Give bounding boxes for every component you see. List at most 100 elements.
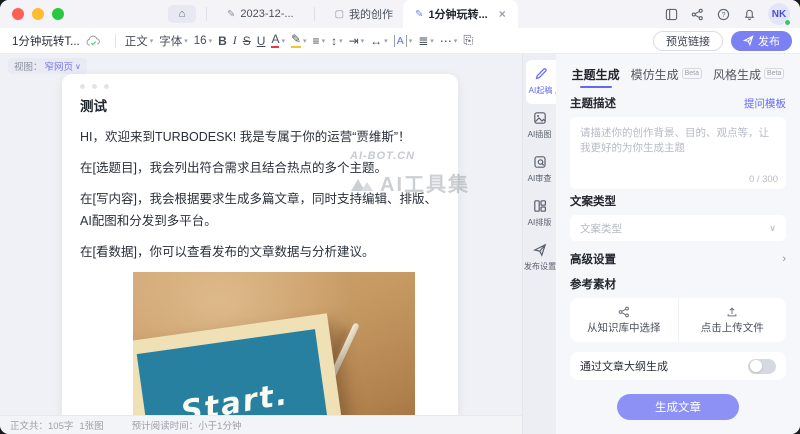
advanced-settings-row[interactable]: 高级设置 › — [570, 251, 786, 267]
doc-paragraph[interactable]: 在[选题目]，我会列出符合需求且结合热点的多个主题。 — [80, 158, 440, 180]
chevron-down-icon: ▾ — [209, 37, 213, 45]
align-button[interactable]: ≡ ▾ — [310, 32, 329, 50]
more-formats-button[interactable]: ⋯ ▾ — [437, 32, 461, 50]
app-window: ⌂ ✎ 2023-12-... ▢ 我的创作 ✎ 1分钟玩转... × ? — [0, 0, 800, 434]
share-icon[interactable] — [690, 7, 705, 22]
ai-tools-rail: AI起稿 AI插图 AI审查 AI排版 发布设置 ‹ — [522, 54, 556, 434]
paragraph-style-value: 正文 — [125, 33, 148, 49]
font-family-value: 字体 — [159, 33, 182, 49]
list-icon: ≣ — [418, 34, 428, 48]
strikethrough-icon: S — [243, 34, 251, 48]
upload-file-button[interactable]: 点击上传文件 — [679, 298, 787, 342]
paper-plane-icon — [533, 243, 547, 257]
format-painter-button[interactable]: ⎘ — [460, 31, 476, 50]
paragraph-style-select[interactable]: 正文 ▾ — [122, 31, 157, 51]
tab-my-creations[interactable]: ▢ 我的创作 — [325, 0, 403, 28]
pencil-icon: ✎ — [415, 9, 423, 20]
highlight-color-button[interactable]: ✎ ▾ — [288, 31, 310, 50]
minimize-window-button[interactable] — [32, 8, 44, 20]
image-start-text: Start. — [178, 377, 291, 415]
publish-label: 发布 — [758, 33, 780, 49]
knowledge-base-icon — [618, 306, 630, 318]
beta-badge: Beta — [682, 68, 702, 79]
divider — [314, 7, 315, 21]
chevron-down-icon: ▾ — [339, 37, 343, 45]
outline-toggle[interactable] — [748, 359, 776, 374]
close-tab-icon[interactable]: × — [499, 7, 506, 21]
rail-item-ai-image[interactable]: AI插图 — [523, 104, 556, 148]
font-size-select[interactable]: 16 ▾ — [191, 33, 215, 49]
maximize-window-button[interactable] — [52, 8, 64, 20]
font-color-button[interactable]: A ▾ — [268, 31, 288, 50]
header-actions: ? NK — [664, 3, 790, 25]
bold-button[interactable]: B — [215, 32, 230, 50]
image-icon — [533, 111, 547, 125]
outline-toggle-label: 通过文章大纲生成 — [580, 358, 668, 374]
italic-button[interactable]: I — [230, 31, 240, 50]
tab-recent-doc[interactable]: ✎ 2023-12-... — [217, 0, 304, 28]
highlighter-icon: ✎ — [291, 33, 301, 48]
tab-current-doc[interactable]: ✎ 1分钟玩转... × — [403, 0, 518, 28]
tab-topic-generate[interactable]: 主题生成 — [572, 66, 620, 83]
workspace: 视图： 窄网页 ∨ 测试 HI，欢迎来到TURBODESK! 我是专属于你的运营… — [0, 54, 800, 434]
tab-label: 主题生成 — [572, 66, 620, 83]
image-card-teal: Start. — [137, 329, 333, 415]
underline-button[interactable]: U — [254, 32, 269, 50]
read-time: 预计阅读时间：小于1分钟 — [132, 418, 242, 432]
chevron-down-icon: ∨ — [75, 62, 81, 71]
chevron-right-icon: › — [782, 253, 786, 265]
rail-label: AI审查 — [528, 172, 552, 183]
copy-type-label: 文案类型 — [570, 193, 786, 209]
line-spacing-button[interactable]: ↕ ▾ — [328, 32, 346, 50]
view-label: 视图： — [14, 59, 43, 73]
close-window-button[interactable] — [12, 8, 24, 20]
strikethrough-button[interactable]: S — [240, 32, 254, 50]
view-mode-select[interactable]: 视图： 窄网页 ∨ — [8, 58, 87, 74]
tab-imitate-generate[interactable]: 模仿生成 Beta — [631, 66, 702, 83]
home-button[interactable]: ⌂ — [168, 5, 196, 23]
chevron-down-icon: ▾ — [430, 37, 434, 45]
upload-icon — [726, 306, 738, 318]
ai-generate-panel: 主题生成 模仿生成 Beta 风格生成 Beta 主题描述 提问模板 0 / 3… — [556, 54, 800, 434]
chevron-down-icon: ▾ — [361, 37, 365, 45]
page-dots — [80, 84, 440, 89]
rail-item-publish-settings[interactable]: 发布设置 — [523, 236, 556, 280]
line-spacing-icon: ↕ — [331, 34, 337, 48]
select-from-kb-button[interactable]: 从知识库中选择 — [570, 298, 679, 342]
home-icon: ⌂ — [179, 8, 186, 20]
tab-label: 1分钟玩转... — [428, 6, 487, 22]
rail-item-ai-layout[interactable]: AI排版 — [523, 192, 556, 236]
indent-button[interactable]: ⇥ ▾ — [346, 32, 368, 50]
online-status-dot — [784, 19, 791, 26]
chevron-down-icon: ▾ — [184, 37, 188, 45]
rail-item-ai-review[interactable]: AI审查 — [523, 148, 556, 192]
rail-item-ai-draft[interactable]: AI起稿 — [526, 60, 556, 104]
user-avatar[interactable]: NK — [768, 3, 790, 25]
copy-type-select[interactable]: 文案类型 ∨ — [570, 215, 786, 241]
publish-button[interactable]: 发布 — [731, 31, 792, 51]
doc-heading[interactable]: 测试 — [80, 95, 440, 115]
divider — [115, 34, 116, 48]
clipboard-icon: ⎘ — [463, 33, 473, 48]
list-button[interactable]: ≣ ▾ — [415, 32, 437, 50]
bell-icon[interactable] — [742, 7, 757, 22]
sidebar-icon[interactable] — [664, 7, 679, 22]
help-icon[interactable]: ? — [716, 7, 731, 22]
doc-inline-image[interactable]: Start. — [133, 272, 415, 415]
indent-icon: ⇥ — [349, 34, 359, 48]
prompt-template-link[interactable]: 提问模板 — [744, 96, 786, 111]
doc-paragraph[interactable]: 在[看数据]，你可以查看发布的文章数据与分析建议。 — [80, 242, 440, 264]
pencil-icon — [534, 67, 548, 81]
preview-link-button[interactable]: 预览链接 — [653, 31, 723, 51]
doc-paragraph[interactable]: 在[写内容]，我会根据要求生成多篇文章，同时支持编辑、排版、AI配图和分发到多平… — [80, 189, 440, 233]
doc-paragraph[interactable]: HI，欢迎来到TURBODESK! 我是专属于你的运营“贾维斯”！ — [80, 127, 440, 149]
letter-spacing-icon: A — [394, 35, 407, 47]
letter-spacing-button[interactable]: A ▾ — [391, 33, 416, 49]
tab-style-generate[interactable]: 风格生成 Beta — [713, 66, 784, 83]
font-family-select[interactable]: 字体 ▾ — [156, 31, 191, 51]
paragraph-spacing-button[interactable]: ↔ ▾ — [367, 32, 391, 50]
font-size-value: 16 — [194, 35, 207, 47]
document-page[interactable]: 测试 HI，欢迎来到TURBODESK! 我是专属于你的运营“贾维斯”！ 在[选… — [62, 74, 458, 415]
tab-label: 我的创作 — [349, 6, 393, 22]
generate-article-button[interactable]: 生成文章 — [617, 394, 739, 420]
